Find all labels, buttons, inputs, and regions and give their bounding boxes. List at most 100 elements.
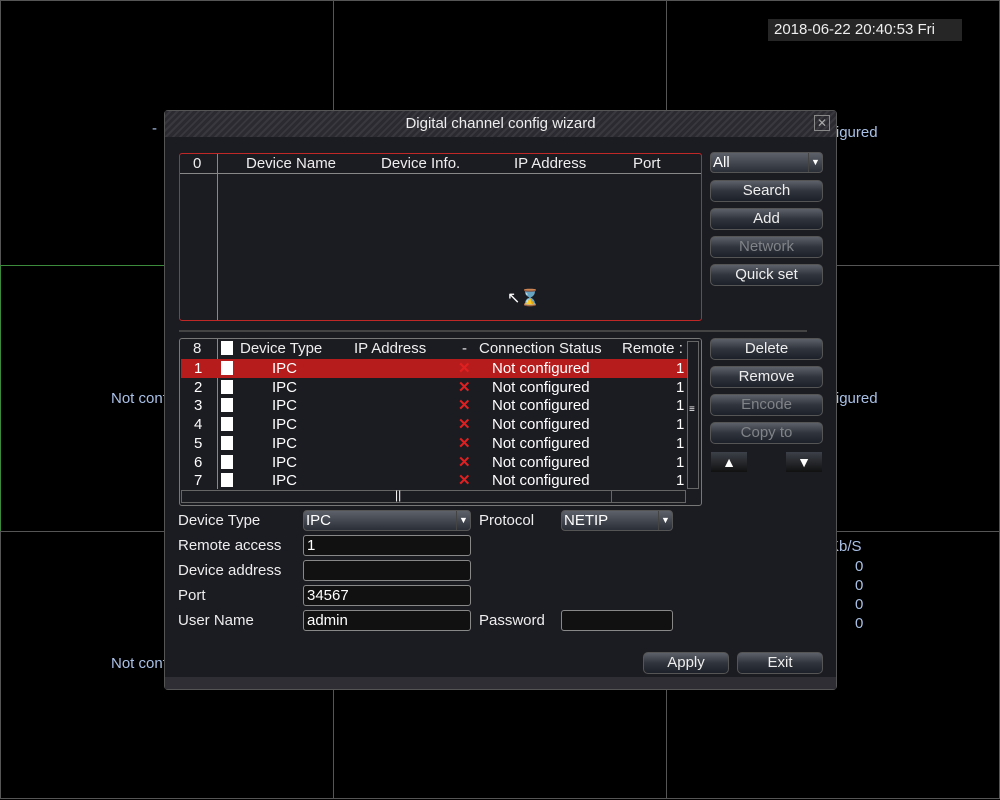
status-x-icon: ✕ xyxy=(458,453,471,471)
channel-list[interactable]: 8 Device Type IP Address - Connection St… xyxy=(179,338,702,506)
connection-status: Not configured xyxy=(492,416,590,434)
port-input[interactable]: 34567 xyxy=(303,585,471,606)
channel-checkbox[interactable] xyxy=(221,398,233,413)
channel-checkbox[interactable] xyxy=(221,473,233,488)
scroll-thumb-icon[interactable]: || xyxy=(395,488,401,502)
column-header[interactable]: IP Address xyxy=(514,155,586,172)
quick-set-button[interactable]: Quick set xyxy=(710,264,823,286)
remove-button[interactable]: Remove xyxy=(710,366,823,388)
status-x-icon: ✕ xyxy=(458,360,471,377)
channel-row[interactable]: 6 IPC ✕ Not configured 1 xyxy=(181,453,687,472)
close-icon[interactable]: ✕ xyxy=(814,115,830,131)
channel-checkbox[interactable] xyxy=(221,454,233,469)
channel-row[interactable]: 5 IPC ✕ Not configured 1 xyxy=(181,434,687,453)
connection-status: Not configured xyxy=(492,360,590,377)
remote-channel: 1 xyxy=(676,378,685,396)
status-x-icon: ✕ xyxy=(458,416,471,434)
column-header[interactable]: - xyxy=(462,340,467,357)
search-button[interactable]: Search xyxy=(710,180,823,202)
remote-channel: 1 xyxy=(676,453,685,471)
channel-number: 2 xyxy=(194,378,203,396)
column-header[interactable]: Device Type xyxy=(240,340,322,357)
remote-access-input[interactable]: 1 xyxy=(303,535,471,556)
channel-checkbox[interactable] xyxy=(221,435,233,450)
copy-to-button[interactable]: Copy to xyxy=(710,422,823,444)
network-button[interactable]: Network xyxy=(710,236,823,258)
password-input[interactable] xyxy=(561,610,673,631)
remote-channel: 1 xyxy=(676,434,685,452)
protocol-value: NETIP xyxy=(564,512,609,529)
bitrate-value: 0 xyxy=(855,558,864,575)
channel-number: 7 xyxy=(194,472,203,490)
connection-status: Not configured xyxy=(492,397,590,415)
status-x-icon: ✕ xyxy=(458,397,471,415)
exit-button[interactable]: Exit xyxy=(737,652,823,674)
device-type-select[interactable]: IPC ▼ xyxy=(303,510,471,531)
remote-channel: 1 xyxy=(676,397,685,415)
column-header[interactable]: Remote : xyxy=(622,340,686,357)
device-type: IPC xyxy=(272,378,298,396)
channel-checkbox[interactable] xyxy=(221,379,233,394)
filter-dropdown[interactable]: All ▼ xyxy=(710,152,823,173)
channel-row[interactable]: 7 IPC ✕ Not configured 1 xyxy=(181,471,687,490)
column-header[interactable]: Device Name xyxy=(246,155,336,172)
column-header[interactable]: Port xyxy=(633,155,661,172)
connection-status: Not configured xyxy=(492,378,590,396)
remote-channel: 1 xyxy=(676,360,685,377)
device-type: IPC xyxy=(272,360,298,377)
device-type: IPC xyxy=(272,397,298,415)
busy-cursor-icon: ↖⌛ xyxy=(507,290,541,307)
channel-row[interactable]: 1 IPC ✕ Not configured 1 xyxy=(181,359,687,378)
add-button[interactable]: Add xyxy=(710,208,823,230)
scroll-thumb-icon[interactable]: ≡ xyxy=(689,405,695,415)
move-down-button[interactable]: ▼ xyxy=(786,452,822,472)
protocol-label: Protocol xyxy=(479,512,535,529)
channel-number: 6 xyxy=(194,453,203,471)
arrow-down-icon: ▼ xyxy=(797,454,811,470)
dialog-footer xyxy=(165,677,836,689)
move-up-button[interactable]: ▲ xyxy=(711,452,747,472)
port-label: Port xyxy=(178,587,206,604)
user-name-label: User Name xyxy=(178,612,254,629)
channel-number: 1 xyxy=(194,360,203,377)
device-type: IPC xyxy=(272,434,298,452)
filter-value: All xyxy=(713,154,730,171)
delete-button[interactable]: Delete xyxy=(710,338,823,360)
channel-row[interactable]: 4 IPC ✕ Not configured 1 xyxy=(181,415,687,434)
channel-checkbox[interactable] xyxy=(221,417,233,432)
status-x-icon: ✕ xyxy=(458,434,471,452)
select-all-checkbox[interactable] xyxy=(221,341,233,355)
remote-channel: 1 xyxy=(676,472,685,490)
chevron-down-icon: ▼ xyxy=(658,511,672,530)
column-header[interactable]: Connection Status xyxy=(479,340,602,357)
channel-count: 8 xyxy=(193,340,202,357)
remote-channel: 1 xyxy=(676,416,685,434)
channel-number: 4 xyxy=(194,416,203,434)
column-header[interactable]: IP Address xyxy=(354,340,426,357)
device-address-label: Device address xyxy=(178,562,282,579)
vertical-scrollbar[interactable]: ≡ xyxy=(687,341,699,489)
result-count: 0 xyxy=(193,155,202,172)
user-name-input[interactable]: admin xyxy=(303,610,471,631)
protocol-select[interactable]: NETIP ▼ xyxy=(561,510,673,531)
search-results-list[interactable]: 0 Device Name Device Info. IP Address Po… xyxy=(179,153,702,321)
remote-access-label: Remote access xyxy=(178,537,282,554)
device-type: IPC xyxy=(272,416,298,434)
column-header[interactable]: Device Info. xyxy=(381,155,460,172)
encode-button[interactable]: Encode xyxy=(710,394,823,416)
chevron-down-icon: ▼ xyxy=(808,153,822,172)
device-type: IPC xyxy=(272,472,298,490)
bitrate-value: 0 xyxy=(855,596,864,613)
channel-row[interactable]: 2 IPC ✕ Not configured 1 xyxy=(181,378,687,397)
device-type-label: Device Type xyxy=(178,512,261,529)
horizontal-scrollbar[interactable]: || xyxy=(181,488,686,503)
status-x-icon: ✕ xyxy=(458,378,471,396)
status-x-icon: ✕ xyxy=(458,472,471,490)
channel-row[interactable]: 3 IPC ✕ Not configured 1 xyxy=(181,396,687,415)
channel-checkbox[interactable] xyxy=(221,361,233,375)
device-address-input[interactable] xyxy=(303,560,471,581)
channel-number: 5 xyxy=(194,434,203,452)
arrow-up-icon: ▲ xyxy=(722,454,736,470)
apply-button[interactable]: Apply xyxy=(643,652,729,674)
bitrate-value: 0 xyxy=(855,577,864,594)
